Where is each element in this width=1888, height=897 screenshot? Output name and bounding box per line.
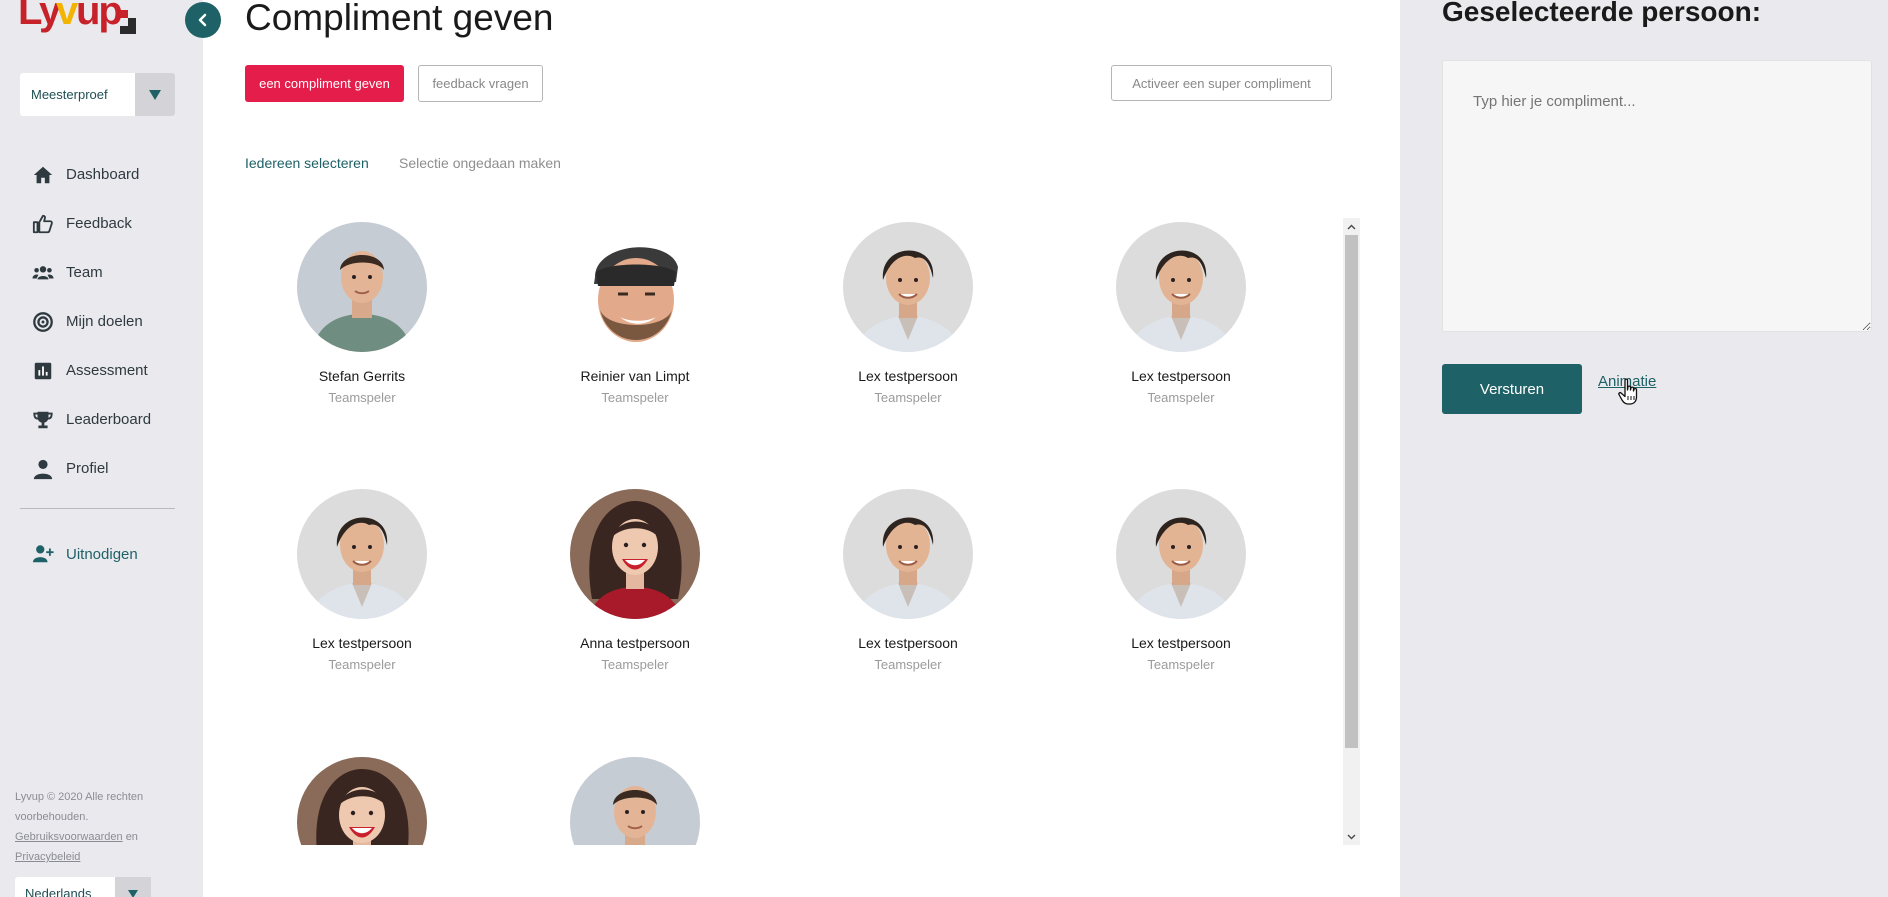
compliment-input[interactable]: [1442, 60, 1872, 332]
person-role: Teamspeler: [1147, 657, 1215, 672]
hand-cursor-icon: [1618, 378, 1640, 406]
people-grid-scrollbar[interactable]: [1343, 218, 1360, 845]
person-card[interactable]: Lex testpersoon Teamspeler: [1071, 489, 1291, 672]
person-card[interactable]: Stefan Gerrits Teamspeler: [252, 222, 472, 405]
sidebar-item-label: Mijn doelen: [66, 313, 143, 330]
person-role: Teamspeler: [328, 657, 396, 672]
person-role: Teamspeler: [1147, 390, 1215, 405]
users-icon: [32, 262, 54, 284]
organization-select-value: Meesterproef: [31, 87, 108, 102]
scroll-down-icon[interactable]: [1343, 828, 1360, 845]
chevron-left-icon: [196, 13, 210, 27]
people-grid: Stefan Gerrits Teamspeler Reinier van Li…: [245, 218, 1345, 845]
person-name: Reinier van Limpt: [580, 368, 690, 384]
avatar: [1116, 222, 1246, 352]
invite-link[interactable]: Uitnodigen: [32, 543, 138, 565]
person-card[interactable]: Lex testpersoon Teamspeler: [798, 222, 1018, 405]
person-role: Teamspeler: [328, 390, 396, 405]
target-icon: [32, 311, 54, 333]
avatar: [297, 489, 427, 619]
person-name: Lex testpersoon: [858, 368, 958, 384]
sidebar-item-feedback[interactable]: Feedback: [0, 199, 203, 248]
person-name: Stefan Gerrits: [318, 368, 406, 384]
page-title: Compliment geven: [245, 0, 554, 38]
person-card[interactable]: Reinier van Limpt Teamspeler: [525, 222, 745, 405]
sidebar-item-goals[interactable]: Mijn doelen: [0, 297, 203, 346]
person-name: Lex testpersoon: [312, 635, 412, 651]
scrollbar-thumb[interactable]: [1345, 235, 1358, 748]
person-card[interactable]: Anna testpersoon Teamspeler: [525, 489, 745, 672]
invite-label: Uitnodigen: [66, 545, 138, 563]
collapse-sidebar-button[interactable]: [185, 2, 221, 38]
main-content: Compliment geven een compliment geven fe…: [203, 0, 1400, 897]
footer-and-text: en: [125, 831, 138, 843]
person-role: Teamspeler: [601, 657, 669, 672]
privacy-link[interactable]: Privacybeleid: [15, 851, 80, 863]
trophy-icon: [32, 409, 54, 431]
sidebar-item-team[interactable]: Team: [0, 248, 203, 297]
avatar: [843, 489, 973, 619]
copyright-text: Lyvup © 2020 Alle rechten voorbehouden.: [15, 791, 144, 823]
avatar: [1116, 489, 1246, 619]
user-icon: [32, 458, 54, 480]
chevron-down-icon[interactable]: [115, 877, 151, 897]
svg-text:up: up: [76, 0, 121, 33]
person-card[interactable]: [252, 757, 472, 845]
person-name: Lex testpersoon: [1131, 635, 1231, 651]
sidebar-item-assessment[interactable]: Assessment: [0, 346, 203, 395]
home-icon: [32, 164, 54, 186]
chevron-down-icon[interactable]: [135, 73, 175, 116]
sidebar-item-profile[interactable]: Profiel: [0, 444, 203, 493]
select-all-link[interactable]: Iedereen selecteren: [245, 155, 369, 171]
sidebar-item-label: Feedback: [66, 215, 132, 232]
selected-person-panel: Geselecteerde persoon: Versturen Animati…: [1400, 0, 1888, 897]
person-card[interactable]: Lex testpersoon Teamspeler: [798, 489, 1018, 672]
sidebar-item-label: Assessment: [66, 362, 148, 379]
sidebar-item-label: Profiel: [66, 460, 109, 477]
bar-chart-icon: [32, 360, 54, 382]
person-card[interactable]: [525, 757, 745, 845]
sidebar-item-leaderboard[interactable]: Leaderboard: [0, 395, 203, 444]
lyvup-logo[interactable]: Ly v up: [16, 0, 136, 42]
send-button[interactable]: Versturen: [1442, 364, 1582, 414]
person-role: Teamspeler: [874, 657, 942, 672]
person-card[interactable]: Lex testpersoon Teamspeler: [1071, 222, 1291, 405]
scroll-up-icon[interactable]: [1343, 218, 1360, 235]
person-role: Teamspeler: [874, 390, 942, 405]
sidebar-divider: [20, 508, 175, 509]
language-select[interactable]: Nederlands: [15, 877, 151, 897]
avatar: [297, 757, 427, 845]
thumbs-up-icon: [32, 213, 54, 235]
avatar: [570, 222, 700, 352]
person-card[interactable]: Lex testpersoon Teamspeler: [252, 489, 472, 672]
person-role: Teamspeler: [601, 390, 669, 405]
sidebar-item-label: Dashboard: [66, 166, 140, 183]
selected-person-title: Geselecteerde persoon:: [1442, 0, 1762, 27]
avatar: [570, 489, 700, 619]
sidebar-footer: Lyvup © 2020 Alle rechten voorbehouden. …: [15, 787, 165, 867]
person-name: Lex testpersoon: [1131, 368, 1231, 384]
terms-link[interactable]: Gebruiksvoorwaarden: [15, 831, 123, 843]
ask-feedback-button[interactable]: feedback vragen: [418, 65, 543, 102]
organization-select[interactable]: Meesterproef: [20, 73, 175, 116]
super-compliment-button[interactable]: Activeer een super compliment: [1111, 65, 1332, 101]
undo-selection-link[interactable]: Selectie ongedaan maken: [399, 155, 561, 171]
give-compliment-button[interactable]: een compliment geven: [245, 65, 404, 102]
sidebar-nav: Dashboard Feedback Team Mijn doelen Asse…: [0, 150, 203, 493]
avatar: [570, 757, 700, 845]
avatar: [297, 222, 427, 352]
sidebar-item-dashboard[interactable]: Dashboard: [0, 150, 203, 199]
language-select-value: Nederlands: [25, 886, 92, 897]
avatar: [843, 222, 973, 352]
person-name: Lex testpersoon: [858, 635, 958, 651]
user-plus-icon: [32, 543, 54, 565]
sidebar-item-label: Team: [66, 264, 103, 281]
sidebar-item-label: Leaderboard: [66, 411, 152, 428]
sidebar: Ly v up Meesterproef Dashboard Feedback: [0, 0, 203, 897]
person-name: Anna testpersoon: [580, 635, 690, 651]
